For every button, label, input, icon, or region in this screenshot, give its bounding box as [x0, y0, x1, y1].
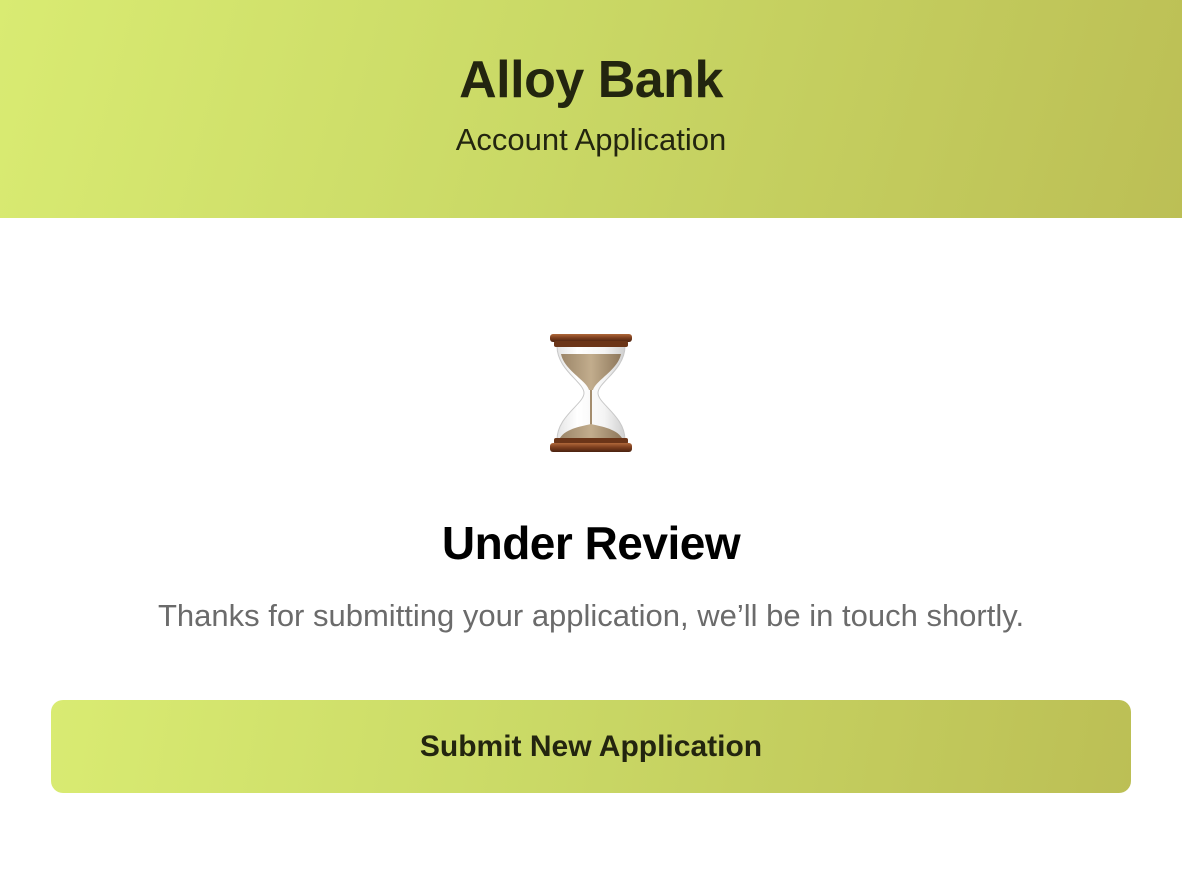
page-subtitle: Account Application [455, 122, 727, 157]
hourglass-icon [546, 332, 636, 454]
submit-new-application-button[interactable]: Submit New Application [51, 700, 1131, 793]
brand-title: Alloy Bank [459, 51, 723, 109]
app-header: Alloy Bank Account Application [0, 0, 1182, 218]
status-message: Thanks for submitting your application, … [157, 598, 1025, 633]
status-title: Under Review [441, 517, 741, 569]
